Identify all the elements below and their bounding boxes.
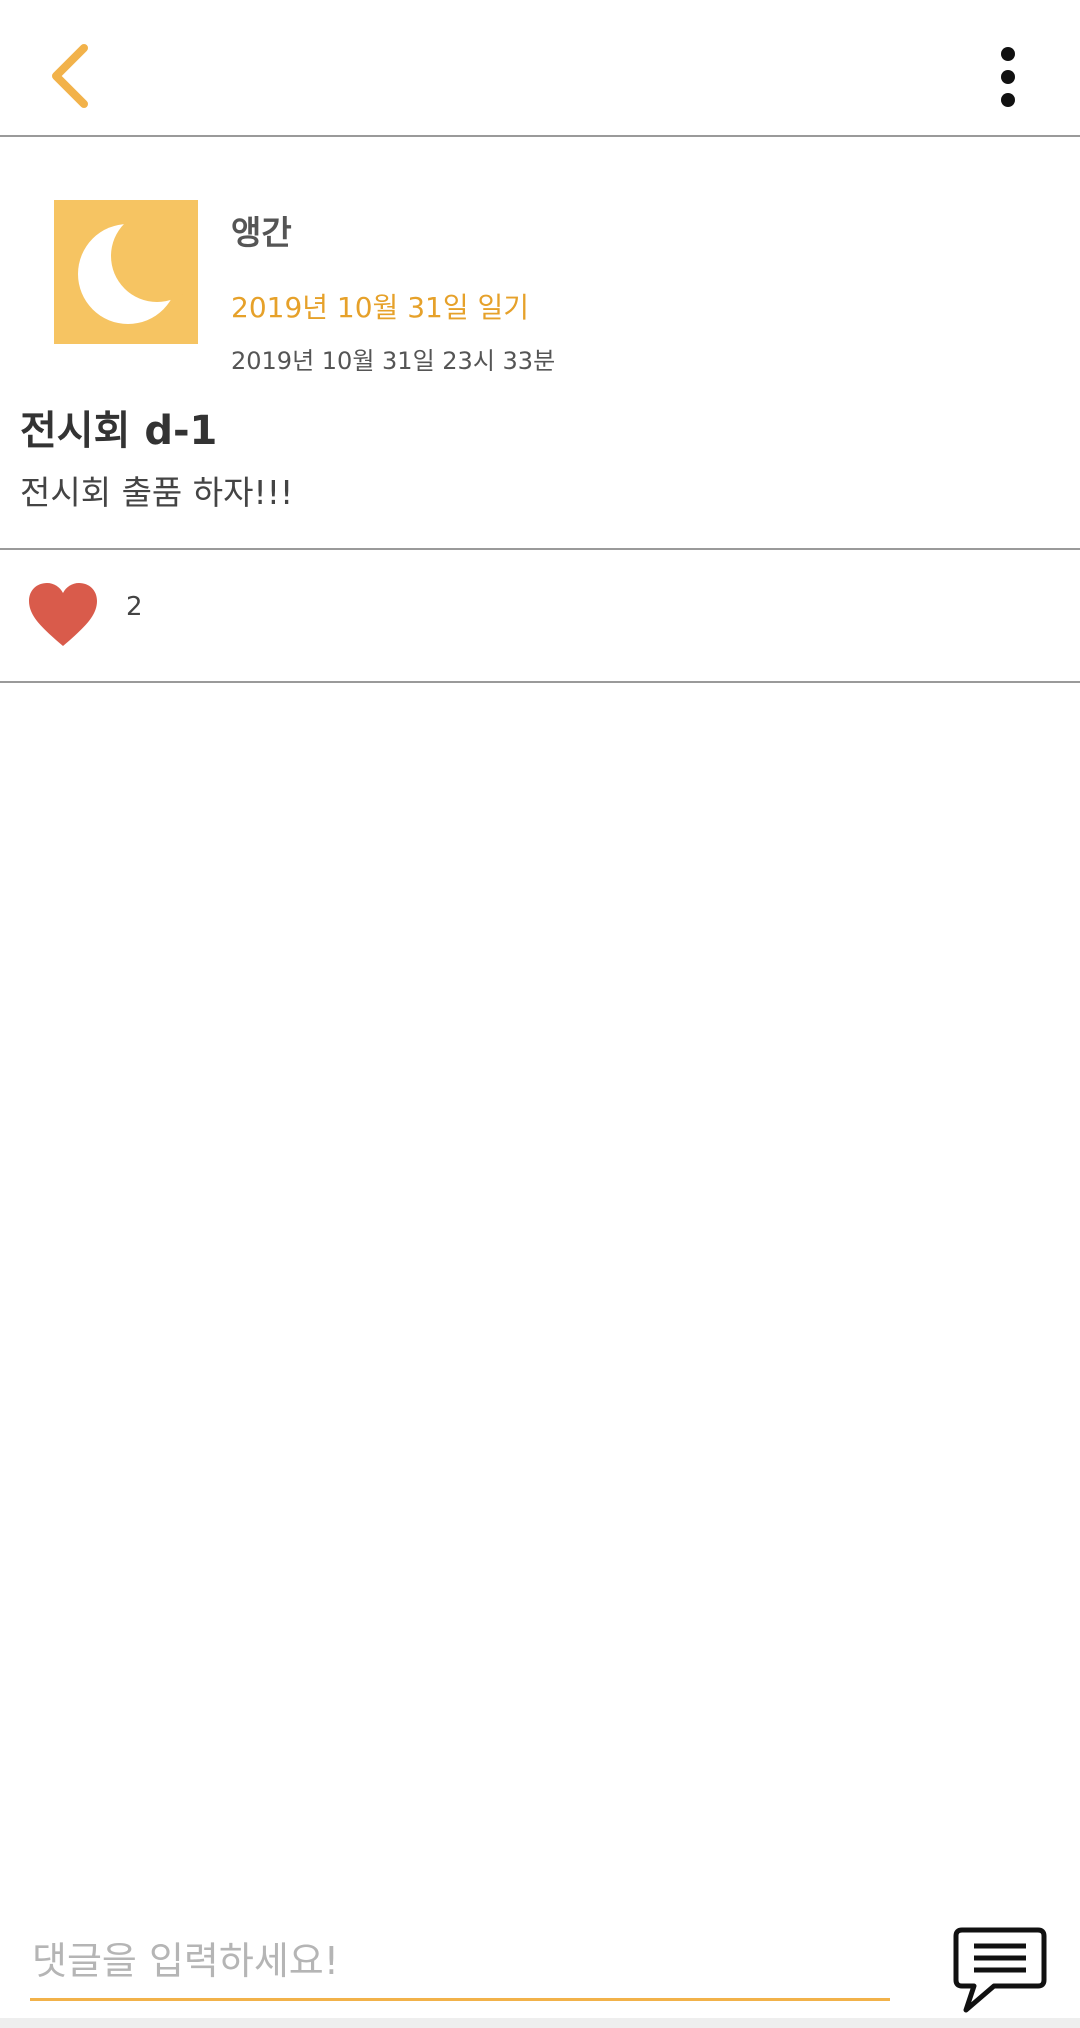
back-button[interactable] xyxy=(40,36,110,114)
avatar xyxy=(54,200,203,344)
post-timestamp: 2019년 10월 31일 23시 33분 xyxy=(231,347,556,375)
like-count: 2 xyxy=(126,592,143,622)
post-body: 전시회 출품 하자!!! xyxy=(20,473,294,512)
likes-row: 2 xyxy=(0,550,1080,683)
chevron-left-icon xyxy=(52,44,88,108)
comment-submit-button[interactable] xyxy=(950,1924,1050,2016)
moon-icon xyxy=(78,210,203,324)
comment-bar xyxy=(0,1900,1080,2028)
post-title: 전시회 d-1 xyxy=(20,408,218,454)
like-button[interactable] xyxy=(26,580,100,650)
comment-input[interactable] xyxy=(30,1924,890,2001)
top-app-bar xyxy=(0,0,1080,137)
post-header: 앵간 2019년 10월 31일 일기 2019년 10월 31일 23시 33… xyxy=(0,136,1080,550)
comment-icon xyxy=(953,1927,1047,2013)
more-vertical-icon xyxy=(1001,47,1015,107)
author-name: 앵간 xyxy=(231,213,292,252)
diary-date: 2019년 10월 31일 일기 xyxy=(231,291,530,324)
more-options-button[interactable] xyxy=(980,40,1036,120)
bottom-edge xyxy=(0,2018,1080,2028)
heart-icon xyxy=(29,583,97,646)
